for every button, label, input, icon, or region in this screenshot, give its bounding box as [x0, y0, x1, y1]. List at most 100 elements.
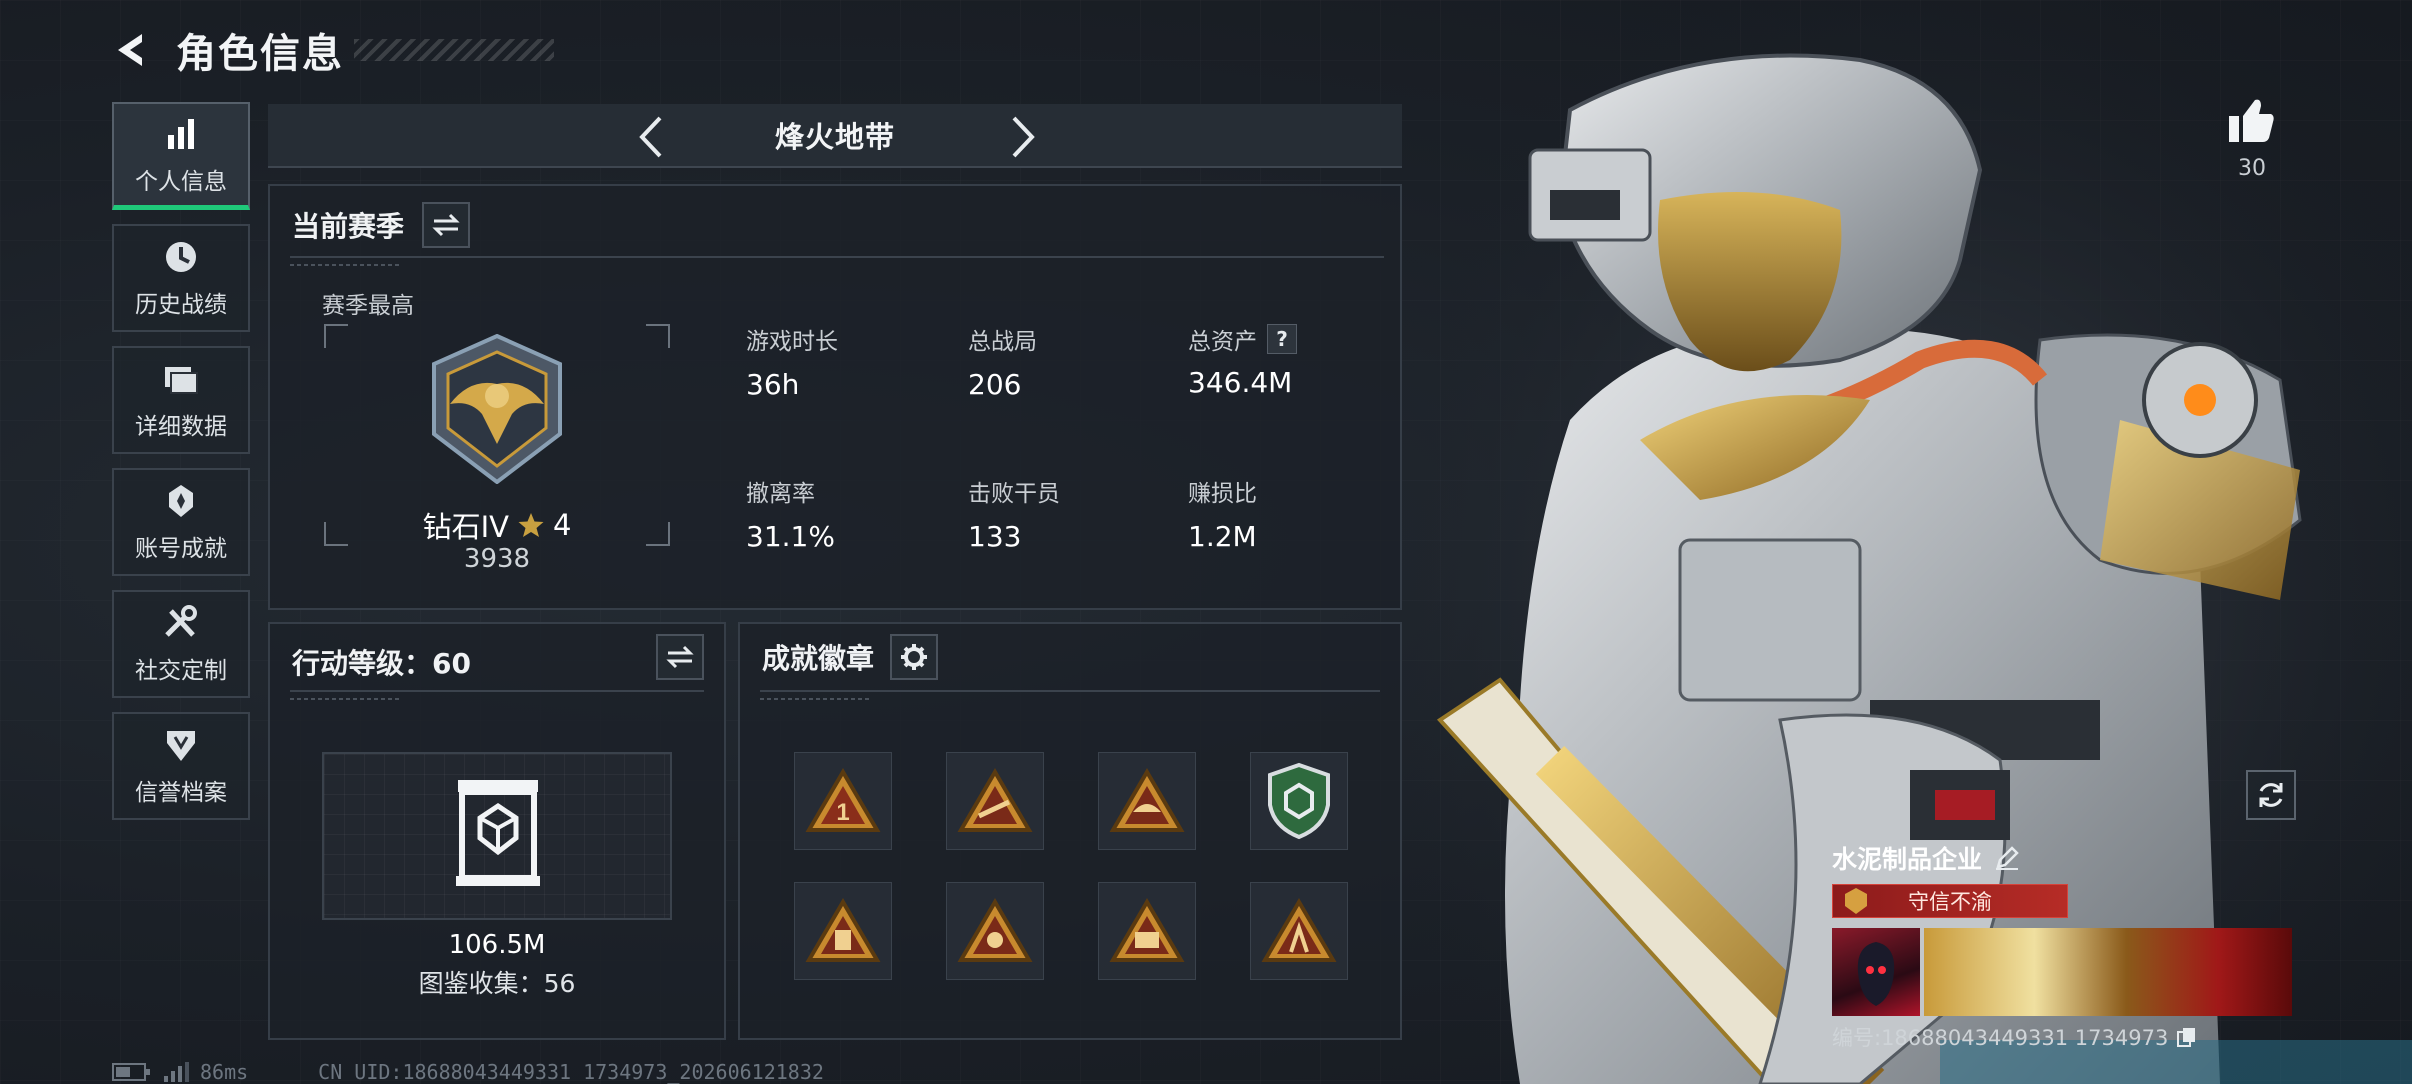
- star-icon: [518, 513, 544, 537]
- action-level-swap-button[interactable]: [656, 634, 704, 680]
- svg-text:1: 1: [836, 799, 849, 826]
- achievement-badge[interactable]: [946, 752, 1044, 850]
- achievement-badge[interactable]: [946, 882, 1044, 980]
- history-icon: [161, 237, 201, 277]
- achievement-badge[interactable]: [794, 882, 892, 980]
- avatar[interactable]: [1832, 928, 1920, 1016]
- swap-icon: [666, 645, 694, 669]
- stat-total-assets: 总资产 ? 346.4M: [1188, 322, 1297, 399]
- stat-value: 31.1%: [746, 520, 835, 553]
- stat-value: 346.4M: [1188, 366, 1293, 399]
- stat-label: 赚损比: [1188, 481, 1257, 507]
- refresh-model-button[interactable]: [2246, 770, 2296, 820]
- stat-play-time: 游戏时长 36h: [746, 322, 838, 401]
- sidebar-item-label: 个人信息: [135, 168, 227, 195]
- season-best-label: 赛季最高: [322, 293, 414, 319]
- reputation-badge: 守信不渝: [1832, 884, 2068, 918]
- triangle-badge-icon: [1109, 768, 1185, 832]
- season-panel: 当前赛季 赛季最高 钻石IV 4 3938 游戏时长 36h 总战局 206 总…: [268, 184, 1402, 610]
- achievement-badge[interactable]: [1098, 882, 1196, 980]
- swap-icon: [432, 213, 460, 237]
- triangle-badge-icon: [957, 768, 1033, 832]
- edit-pencil-icon[interactable]: [1994, 845, 2020, 871]
- rank-score: 3938: [463, 544, 531, 574]
- rank-name: 钻石IV: [422, 510, 509, 544]
- achievement-icon: [161, 481, 201, 521]
- achievement-badge[interactable]: [1098, 752, 1196, 850]
- achievement-badge[interactable]: 1: [794, 752, 892, 850]
- achievements-panel: 成就徽章 1: [738, 622, 1402, 1040]
- status-bar: 86ms CN UID:18688043449331 1734973_20260…: [112, 1060, 824, 1084]
- sidebar-item-social[interactable]: 社交定制: [112, 590, 250, 698]
- stat-extraction-rate: 撤离率 31.1%: [746, 474, 835, 553]
- sidebar-item-label: 社交定制: [135, 658, 227, 684]
- dash-decoration: [290, 698, 400, 700]
- stat-profit-ratio: 赚损比 1.2M: [1188, 474, 1257, 553]
- reputation-text: 守信不渝: [1908, 890, 1992, 914]
- panel-divider: [760, 690, 1380, 692]
- sidebar: 个人信息 历史战绩 详细数据 账号成就 社交定制 信誉档案: [112, 102, 250, 834]
- shield-badge-icon: [1268, 762, 1330, 840]
- ping-value: 86ms: [200, 1060, 249, 1084]
- achievement-badge[interactable]: [1250, 752, 1348, 850]
- copy-icon[interactable]: [2176, 1026, 2198, 1048]
- sidebar-item-reputation[interactable]: 信誉档案: [112, 712, 250, 820]
- stat-label: 总资产: [1188, 329, 1257, 355]
- season-title: 当前赛季: [292, 210, 405, 243]
- triangle-badge-icon: [1109, 898, 1185, 962]
- collection-count: 图鉴收集：56: [418, 969, 576, 998]
- next-mode-chevron-icon[interactable]: [998, 112, 1048, 162]
- folder-icon: [161, 359, 201, 399]
- battery-icon: [112, 1063, 150, 1081]
- season-swap-button[interactable]: [422, 202, 471, 248]
- stat-value: 206: [968, 368, 1022, 401]
- stat-label: 游戏时长: [746, 329, 838, 355]
- signal-icon: [164, 1062, 189, 1082]
- collection-frame[interactable]: [322, 752, 672, 920]
- uid-value: CN UID:18688043449331 1734973_2026061218…: [318, 1060, 824, 1084]
- triangle-badge-icon: [957, 898, 1033, 962]
- sidebar-item-label: 详细数据: [135, 414, 227, 440]
- action-level-title: 行动等级：60: [292, 647, 471, 680]
- player-name: 水泥制品企业: [1832, 845, 1983, 874]
- triangle-badge-icon: 1: [805, 768, 881, 832]
- title-decoration: [354, 39, 554, 61]
- gear-icon: [901, 644, 928, 670]
- stat-value: 1.2M: [1188, 520, 1257, 553]
- diamond-rank-emblem-icon: [420, 333, 574, 485]
- achievements-title: 成就徽章: [762, 642, 875, 675]
- sidebar-item-personal-info[interactable]: 个人信息: [112, 102, 250, 210]
- player-banner[interactable]: [1924, 928, 2292, 1016]
- stat-value: 36h: [746, 368, 800, 401]
- sidebar-item-label: 历史战绩: [135, 292, 227, 318]
- header: 角色信息: [110, 22, 554, 78]
- reputation-icon: [161, 725, 201, 765]
- profile-card: 水泥制品企业 守信不渝 编号:18688043449331 1734973: [1832, 840, 2292, 1050]
- triangle-badge-icon: [805, 898, 881, 962]
- like-count: 30: [2238, 156, 2266, 181]
- tools-icon: [161, 603, 201, 643]
- stat-kills: 击败干员 133: [968, 474, 1060, 553]
- help-icon[interactable]: ?: [1267, 324, 1297, 354]
- like-widget[interactable]: 30: [2222, 96, 2282, 181]
- collection-cabinet-icon: [452, 776, 544, 892]
- rep-emblem-icon: [1845, 888, 1867, 914]
- prev-mode-chevron-icon[interactable]: [626, 112, 676, 162]
- mode-title: 烽火地带: [774, 120, 895, 154]
- rank-stars: 4: [552, 508, 572, 542]
- sidebar-item-history[interactable]: 历史战绩: [112, 224, 250, 332]
- sidebar-item-label: 账号成就: [135, 536, 227, 562]
- thumbs-up-icon: [2229, 99, 2274, 142]
- sidebar-item-label: 信誉档案: [135, 780, 227, 806]
- achievement-badge[interactable]: [1250, 882, 1348, 980]
- refresh-icon: [2259, 783, 2283, 807]
- stat-total-matches: 总战局 206: [968, 322, 1037, 401]
- page-title: 角色信息: [176, 31, 344, 77]
- player-id: 编号:18688043449331 1734973: [1832, 1026, 2169, 1050]
- sidebar-item-achievements[interactable]: 账号成就: [112, 468, 250, 576]
- dash-decoration: [290, 264, 400, 266]
- stat-label: 撤离率: [746, 481, 815, 507]
- achievements-settings-button[interactable]: [890, 634, 939, 680]
- back-arrow-icon[interactable]: [110, 28, 154, 72]
- sidebar-item-detail-data[interactable]: 详细数据: [112, 346, 250, 454]
